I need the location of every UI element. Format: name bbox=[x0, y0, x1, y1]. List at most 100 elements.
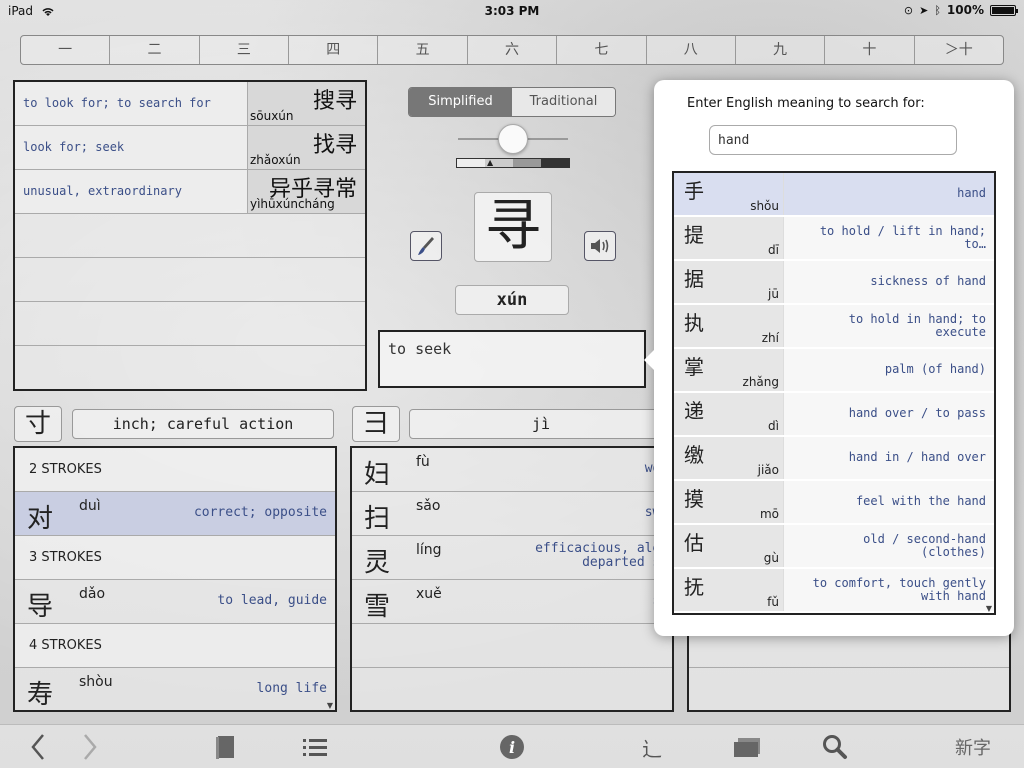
item-hanzi: 扫 bbox=[364, 504, 391, 534]
info-button[interactable]: i bbox=[496, 731, 528, 763]
item-pinyin: sǎo bbox=[416, 498, 441, 514]
stroke-tab-8[interactable]: 八 bbox=[647, 36, 736, 64]
scroll-down-icon[interactable]: ▼ bbox=[327, 701, 333, 710]
english-search-popover: Enter English meaning to search for: 手 sh… bbox=[644, 80, 1014, 636]
size-slider-thumb[interactable] bbox=[498, 124, 528, 154]
stroke-tab-10[interactable]: 十 bbox=[825, 36, 915, 64]
result-hanzi: 提 bbox=[684, 223, 704, 247]
item-pinyin: líng bbox=[416, 542, 442, 558]
stroke-tab-9[interactable]: 九 bbox=[736, 36, 826, 64]
script-toggle: Simplified Traditional bbox=[408, 87, 616, 117]
result-pinyin: fǔ bbox=[767, 595, 779, 609]
main-character[interactable]: 寻 bbox=[474, 192, 552, 262]
list-item[interactable]: 扫sǎoswee bbox=[352, 492, 672, 536]
result-hanzi: 抚 bbox=[684, 575, 704, 599]
result-chinese: 递 dì bbox=[674, 393, 784, 435]
scale-marker-icon: ▲ bbox=[487, 158, 494, 167]
result-row[interactable]: 掌 zhǎng palm (of hand) bbox=[674, 349, 994, 393]
main-meaning[interactable]: to seek bbox=[378, 330, 646, 388]
result-row[interactable]: 缴 jiǎo hand in / hand over bbox=[674, 437, 994, 481]
status-time: 3:03 PM bbox=[484, 4, 540, 18]
item-hanzi: 妇 bbox=[364, 460, 391, 490]
book-button[interactable] bbox=[210, 731, 240, 763]
speaker-button[interactable] bbox=[584, 231, 616, 261]
result-pinyin: dì bbox=[768, 419, 779, 433]
result-hanzi: 手 bbox=[684, 179, 704, 203]
stroke-tab-3[interactable]: 三 bbox=[200, 36, 290, 64]
result-chinese: 抚 fǔ bbox=[674, 569, 784, 611]
stroke-tab-7[interactable]: 七 bbox=[557, 36, 647, 64]
result-chinese: 掌 zhǎng bbox=[674, 349, 784, 391]
stroke-group-header: 3 STROKES bbox=[15, 536, 335, 580]
stroke-tab-2[interactable]: 二 bbox=[110, 36, 200, 64]
result-hanzi: 递 bbox=[684, 399, 704, 423]
result-row[interactable]: 据 jū sickness of hand bbox=[674, 261, 994, 305]
word-pinyin: yìhūxúncháng bbox=[250, 197, 335, 211]
info-icon: i bbox=[500, 735, 524, 759]
list-button[interactable] bbox=[300, 731, 330, 763]
new-character-button[interactable]: 新字 bbox=[942, 731, 1004, 763]
search-results-list: 手 shǒu hand 提 dī to hold / lift in hand; to… 据… bbox=[672, 171, 996, 615]
list-item[interactable]: 对 duì correct; opposite bbox=[15, 492, 335, 536]
word-hanzi: 找寻 bbox=[312, 133, 357, 158]
word-chinese: 找寻 zhǎoxún bbox=[248, 126, 365, 169]
radical-right[interactable]: 彐 bbox=[352, 406, 400, 442]
battery-percent: 100% bbox=[946, 3, 984, 17]
word-definition: unusual, extraordinary bbox=[15, 170, 248, 213]
list-icon bbox=[303, 739, 327, 756]
result-pinyin: jū bbox=[768, 287, 779, 301]
result-pinyin: jiǎo bbox=[757, 463, 779, 477]
result-hanzi: 掌 bbox=[684, 355, 704, 379]
word-row-empty bbox=[15, 302, 365, 346]
word-pinyin: zhǎoxún bbox=[250, 153, 301, 167]
result-pinyin: shǒu bbox=[750, 199, 779, 213]
status-right: ⊙ ➤ ᛒ 100% bbox=[904, 3, 1018, 17]
item-pinyin: shòu bbox=[79, 674, 113, 690]
location-icon: ➤ bbox=[919, 3, 929, 17]
list-item[interactable] bbox=[352, 624, 672, 668]
status-bar: iPad 3:03 PM ⊙ ➤ ᛒ 100% bbox=[0, 0, 1024, 22]
result-row[interactable]: 提 dī to hold / lift in hand; to… bbox=[674, 217, 994, 261]
word-row[interactable]: look for; seek 找寻 zhǎoxún bbox=[15, 126, 365, 170]
back-button[interactable] bbox=[24, 731, 52, 763]
result-row[interactable]: 手 shǒu hand bbox=[674, 173, 994, 217]
result-pinyin: zhǎng bbox=[742, 375, 779, 389]
search-button[interactable] bbox=[820, 731, 850, 763]
radical-left[interactable]: 寸 bbox=[14, 406, 62, 442]
folders-button[interactable] bbox=[730, 731, 764, 763]
list-item[interactable]: 导 dǎo to lead, guide bbox=[15, 580, 335, 624]
stroke-tab-5[interactable]: 五 bbox=[378, 36, 468, 64]
list-item[interactable]: 雪xuěsno bbox=[352, 580, 672, 624]
popover-arrow bbox=[644, 350, 654, 370]
word-row[interactable]: to look for; to search for 搜寻 sōuxún bbox=[15, 82, 365, 126]
result-meaning: sickness of hand bbox=[784, 261, 994, 303]
scroll-down-icon[interactable]: ▼ bbox=[986, 604, 992, 613]
result-meaning: old / second-hand (clothes) bbox=[784, 525, 994, 567]
list-item[interactable]: 灵língefficacious, alert departed sou bbox=[352, 536, 672, 580]
stroke-tab-4[interactable]: 四 bbox=[289, 36, 379, 64]
word-hanzi: 搜寻 bbox=[312, 89, 357, 114]
list-item[interactable]: 寿 shòu long life bbox=[15, 668, 335, 710]
stroke-shade-scale[interactable]: ▲ bbox=[456, 158, 570, 168]
list-item[interactable]: 妇fùwoma bbox=[352, 448, 672, 492]
traditional-option[interactable]: Traditional bbox=[512, 88, 615, 116]
radical-button[interactable]: ⻌ bbox=[636, 731, 668, 763]
result-row[interactable]: 递 dì hand over / to pass bbox=[674, 393, 994, 437]
item-pinyin: duì bbox=[79, 498, 101, 514]
chevron-left-icon bbox=[31, 734, 44, 760]
search-input[interactable] bbox=[709, 125, 957, 155]
simplified-option[interactable]: Simplified bbox=[409, 88, 512, 116]
result-row[interactable]: 执 zhí to hold in hand; to execute bbox=[674, 305, 994, 349]
result-row[interactable]: 估 gù old / second-hand (clothes) bbox=[674, 525, 994, 569]
result-row[interactable]: 抚 fǔ to comfort, touch gently with hand bbox=[674, 569, 994, 613]
result-meaning: hand over / to pass bbox=[784, 393, 994, 435]
battery-icon bbox=[990, 4, 1018, 16]
stroke-tab-11[interactable]: ＞十 bbox=[915, 36, 1003, 64]
stroke-tab-1[interactable]: 一 bbox=[21, 36, 111, 64]
stroke-tab-6[interactable]: 六 bbox=[468, 36, 558, 64]
result-pinyin: gù bbox=[763, 551, 779, 565]
forward-button[interactable] bbox=[76, 731, 104, 763]
brush-button[interactable] bbox=[410, 231, 442, 261]
result-row[interactable]: 摸 mō feel with the hand bbox=[674, 481, 994, 525]
word-row[interactable]: unusual, extraordinary 异乎寻常 yìhūxúncháng bbox=[15, 170, 365, 214]
